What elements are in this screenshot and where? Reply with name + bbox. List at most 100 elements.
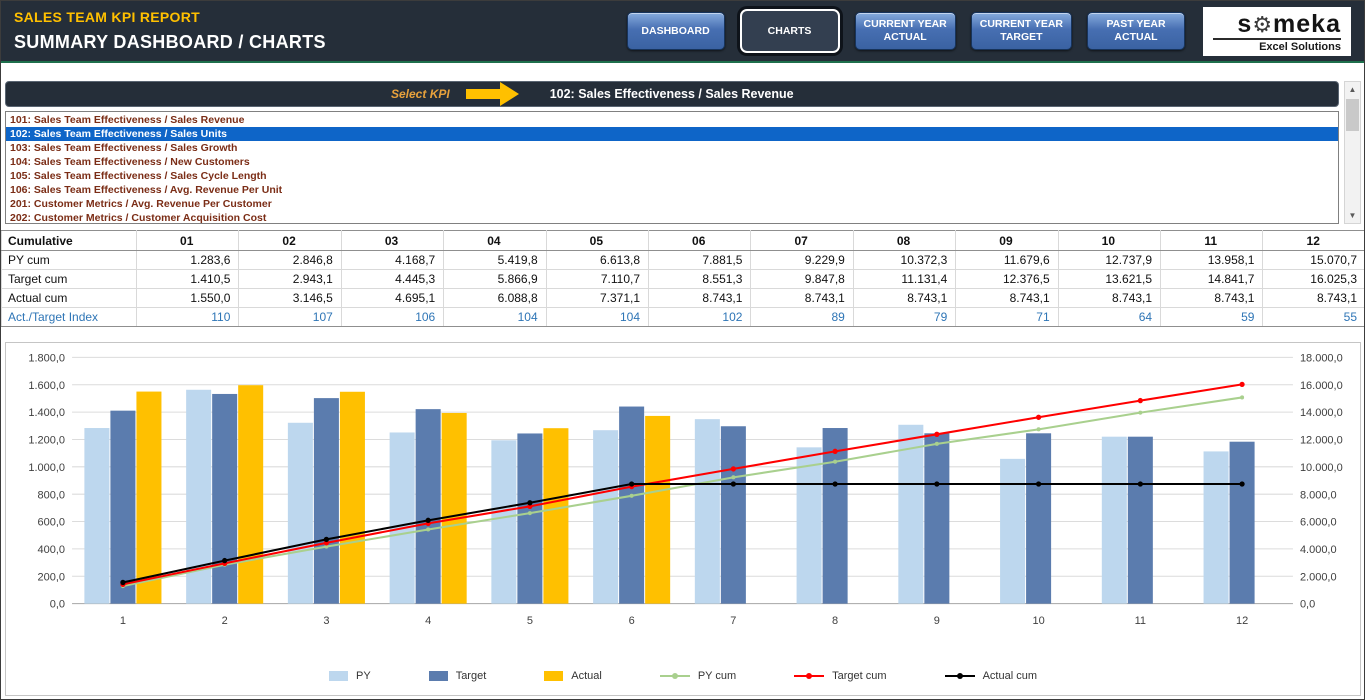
legend-line-marker (957, 673, 963, 679)
nav-button-charts[interactable]: CHARTS (740, 9, 840, 53)
legend-item-target-cum: Target cum (794, 670, 886, 682)
marker-actual-cum (1036, 481, 1041, 486)
x-axis-label: 12 (1236, 615, 1248, 627)
marker-target-cum (833, 449, 838, 454)
table-column-header: 09 (956, 231, 1058, 251)
legend-swatch-icon (544, 671, 563, 681)
x-axis-label: 10 (1032, 615, 1044, 627)
table-cell: 6.088,8 (444, 289, 546, 308)
marker-target-cum (731, 466, 736, 471)
marker-py-cum (1138, 411, 1142, 415)
marker-py-cum (1037, 427, 1041, 431)
table-cell: 4.695,1 (341, 289, 443, 308)
table-cell: 8.743,1 (649, 289, 751, 308)
table-column-header: 05 (546, 231, 648, 251)
table-cell: 8.743,1 (751, 289, 853, 308)
right-axis-tick: 12.000,0 (1300, 434, 1343, 446)
bar-target (619, 407, 644, 604)
marker-actual-cum (731, 481, 736, 486)
scroll-up-icon[interactable]: ▲ (1345, 82, 1360, 97)
kpi-option[interactable]: 201: Customer Metrics / Avg. Revenue Per… (6, 197, 1338, 211)
left-axis-tick: 1.000,0 (28, 462, 65, 474)
bar-target (823, 428, 848, 604)
x-axis-label: 7 (730, 615, 736, 627)
marker-actual-cum (934, 481, 939, 486)
marker-actual-cum (1239, 481, 1244, 486)
arrow-right-icon (466, 81, 520, 107)
brand-tagline: Excel Solutions (1213, 38, 1341, 53)
selected-kpi-value: 102: Sales Effectiveness / Sales Revenue (550, 87, 794, 101)
report-title: SALES TEAM KPI REPORT (14, 9, 326, 25)
row-label: Actual cum (2, 289, 137, 308)
table-cell: 12.376,5 (956, 270, 1058, 289)
table-cell: 2.846,8 (239, 251, 341, 270)
marker-actual-cum (629, 481, 634, 486)
nav-button-current-year-target[interactable]: CURRENT YEAR TARGET (971, 12, 1072, 50)
x-axis-label: 3 (323, 615, 329, 627)
table-column-header: 08 (853, 231, 955, 251)
chart-panel: 0,00,0200,02.000,0400,04.000,0600,06.000… (5, 342, 1361, 696)
kpi-option[interactable]: 202: Customer Metrics / Customer Acquisi… (6, 211, 1338, 224)
bar-target (212, 394, 237, 604)
bar-target (1230, 442, 1255, 604)
marker-target-cum (1239, 382, 1244, 387)
nav-buttons: DASHBOARD CHARTS CURRENT YEAR ACTUAL CURREN… (627, 9, 1185, 53)
x-axis-label: 1 (120, 615, 126, 627)
brand-logo: s⚙meka Excel Solutions (1203, 7, 1351, 56)
header: SALES TEAM KPI REPORT SUMMARY DASHBOARD … (1, 1, 1364, 61)
legend-item-py: PY (329, 670, 371, 682)
table-cell: 15.070,7 (1263, 251, 1365, 270)
table-cell: 89 (751, 308, 853, 327)
table-body: PY cum1.283,62.846,84.168,75.419,86.613,… (2, 251, 1365, 327)
x-axis-label: 8 (832, 615, 838, 627)
table-cell: 11.679,6 (956, 251, 1058, 270)
chart-legend: PYTargetActualPY cumTarget cumActual cum (6, 657, 1360, 695)
marker-py-cum (833, 460, 837, 464)
table-cell: 8.743,1 (1058, 289, 1160, 308)
scrollbar-thumb[interactable] (1346, 99, 1359, 131)
marker-actual-cum (222, 558, 227, 563)
bar-py (84, 428, 109, 604)
table-column-header: 11 (1161, 231, 1263, 251)
legend-label: PY (356, 670, 371, 682)
bar-target (924, 433, 949, 603)
nav-button-current-year-actual[interactable]: CURRENT YEAR ACTUAL (855, 12, 956, 50)
legend-swatch-icon (329, 671, 348, 681)
nav-button-dashboard[interactable]: DASHBOARD (627, 12, 725, 50)
kpi-option[interactable]: 105: Sales Team Effectiveness / Sales Cy… (6, 169, 1338, 183)
nav-button-past-year-actual[interactable]: PAST YEAR ACTUAL (1087, 12, 1185, 50)
bar-py (1102, 437, 1127, 604)
left-axis-tick: 1.200,0 (28, 434, 65, 446)
bar-py (593, 430, 618, 603)
legend-line-marker (672, 673, 678, 679)
right-axis-tick: 16.000,0 (1300, 380, 1343, 392)
bar-py (898, 425, 923, 604)
left-axis-tick: 1.400,0 (28, 407, 65, 419)
scroll-down-icon[interactable]: ▼ (1345, 208, 1360, 223)
kpi-option[interactable]: 102: Sales Team Effectiveness / Sales Un… (6, 127, 1338, 141)
table-cell: 13.621,5 (1058, 270, 1160, 289)
legend-label: Actual (571, 670, 602, 682)
table-column-header: 07 (751, 231, 853, 251)
kpi-option[interactable]: 106: Sales Team Effectiveness / Avg. Rev… (6, 183, 1338, 197)
right-axis-tick: 6.000,0 (1300, 517, 1337, 529)
table-cell: 107 (239, 308, 341, 327)
bar-actual (543, 428, 568, 603)
kpi-option[interactable]: 103: Sales Team Effectiveness / Sales Gr… (6, 141, 1338, 155)
marker-actual-cum (426, 518, 431, 523)
kpi-option[interactable]: 104: Sales Team Effectiveness / New Cust… (6, 155, 1338, 169)
kpi-list-scrollbar[interactable]: ▲ ▼ (1344, 81, 1361, 224)
kpi-listbox: 101: Sales Team Effectiveness / Sales Re… (5, 111, 1339, 224)
header-titles: SALES TEAM KPI REPORT SUMMARY DASHBOARD … (14, 9, 326, 53)
left-axis-tick: 200,0 (38, 571, 65, 583)
marker-py-cum (731, 475, 735, 479)
table-column-header: 01 (137, 231, 239, 251)
kpi-option[interactable]: 101: Sales Team Effectiveness / Sales Re… (6, 113, 1338, 127)
legend-label: Actual cum (983, 670, 1037, 682)
table-column-header: 12 (1263, 231, 1365, 251)
legend-label: Target cum (832, 670, 886, 682)
gear-icon: ⚙ (1252, 12, 1273, 37)
right-axis-tick: 14.000,0 (1300, 407, 1343, 419)
left-axis-tick: 0,0 (50, 599, 65, 611)
table-cell: 13.958,1 (1161, 251, 1263, 270)
